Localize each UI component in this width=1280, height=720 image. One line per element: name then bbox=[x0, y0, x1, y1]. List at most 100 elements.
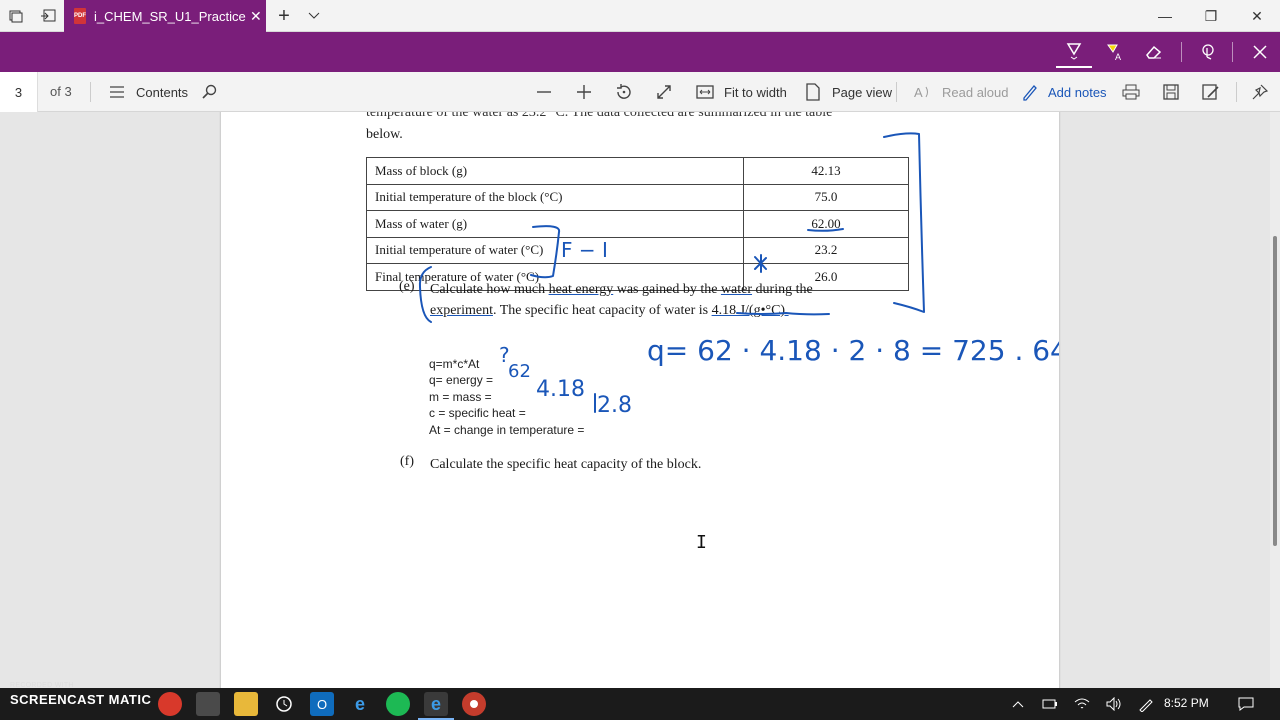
vertical-scrollbar[interactable] bbox=[1270, 112, 1280, 688]
question-e-specific-heat-value: 4.18 J/(g•°C). bbox=[711, 303, 789, 318]
print-button[interactable] bbox=[1120, 72, 1142, 112]
restore-button[interactable]: ❐ bbox=[1188, 0, 1234, 32]
clock-app-icon[interactable] bbox=[272, 692, 296, 716]
ink-toolbar: A bbox=[0, 32, 1280, 72]
zoom-in-button[interactable] bbox=[573, 72, 595, 112]
pen-workspace-icon[interactable] bbox=[1136, 688, 1156, 720]
rotate-icon bbox=[613, 81, 635, 103]
save-button[interactable] bbox=[1160, 72, 1182, 112]
page-view-button[interactable]: Page view bbox=[802, 72, 892, 112]
search-button[interactable] bbox=[198, 72, 220, 112]
table-row: Initial temperature of the block (°C) 75.… bbox=[366, 183, 909, 211]
fit-to-width-label: Fit to width bbox=[724, 84, 787, 100]
pen-icon bbox=[1018, 81, 1040, 103]
contents-button[interactable]: Contents bbox=[106, 72, 188, 112]
table-row: Initial temperature of water (°C) 23.2 bbox=[366, 236, 909, 264]
table-row: Mass of block (g) 42.13 bbox=[366, 157, 909, 185]
add-notes-label: Add notes bbox=[1048, 84, 1107, 100]
typed-note-line: m = mass = bbox=[429, 389, 492, 404]
table-cell-label: Initial temperature of water (°C) bbox=[366, 236, 744, 264]
tab-actions-icon[interactable] bbox=[0, 0, 32, 32]
table-cell-label: Initial temperature of the block (°C) bbox=[366, 183, 744, 211]
browser-tab-strip: PDF i_CHEM_SR_U1_Practice ✕ + — ❐ ✕ bbox=[0, 0, 1280, 32]
typed-note-line: q= energy = bbox=[429, 373, 494, 388]
action-center-icon[interactable] bbox=[1236, 688, 1256, 720]
svg-text:A: A bbox=[1115, 52, 1121, 61]
question-f-label: (f) bbox=[400, 454, 414, 469]
page-view-label: Page view bbox=[832, 84, 892, 100]
eraser-icon[interactable] bbox=[1136, 36, 1172, 68]
toolbar-divider bbox=[1232, 42, 1233, 62]
table-cell-value: 62.00 bbox=[743, 210, 909, 238]
rotate-button[interactable] bbox=[613, 72, 635, 112]
taskbar-clock[interactable]: 8:52 PM bbox=[1164, 696, 1209, 710]
intro-line: below. bbox=[366, 127, 403, 142]
question-e-heat-energy: heat energy bbox=[548, 282, 614, 297]
highlighter-icon[interactable]: A bbox=[1096, 36, 1132, 68]
table-cell-label: Mass of block (g) bbox=[366, 157, 744, 185]
expand-icon bbox=[653, 81, 675, 103]
save-as-button[interactable] bbox=[1200, 72, 1222, 112]
edge-icon[interactable]: e bbox=[418, 692, 454, 720]
data-table: Mass of block (g) 42.13 Initial temperatur… bbox=[366, 157, 909, 291]
screencast-recorder-icon[interactable] bbox=[462, 692, 486, 716]
touch-writing-icon[interactable] bbox=[1190, 36, 1226, 68]
table-row: Mass of water (g) 62.00 bbox=[366, 210, 909, 238]
typed-note-line: c = specific heat = bbox=[429, 406, 526, 421]
typed-note-line: At = change in temperature = bbox=[429, 422, 585, 437]
windows-taskbar: RECORDED WITH SCREENCAST MATIC O e e 8:5… bbox=[0, 682, 1280, 720]
tab-active-document[interactable]: PDF i_CHEM_SR_U1_Practice ✕ bbox=[64, 0, 266, 32]
read-aloud-button[interactable]: A Read aloud bbox=[912, 72, 1009, 112]
table-cell-value: 42.13 bbox=[743, 157, 909, 185]
network-icon[interactable] bbox=[1072, 688, 1092, 720]
plus-icon bbox=[573, 81, 595, 103]
typed-notes: q=m*c*At q= energy = m = mass = c = spec… bbox=[429, 356, 584, 438]
outlook-icon[interactable]: O bbox=[310, 692, 334, 716]
chrome-icon[interactable] bbox=[158, 692, 182, 716]
list-icon bbox=[106, 81, 128, 103]
toolbar-divider bbox=[896, 82, 897, 102]
fit-to-width-button[interactable]: Fit to width bbox=[694, 72, 787, 112]
toolbar-divider bbox=[1236, 82, 1237, 102]
battery-icon[interactable] bbox=[1040, 688, 1060, 720]
page-number-input[interactable]: 3 bbox=[0, 72, 38, 112]
question-e-label: (e) bbox=[399, 279, 415, 294]
ballpoint-pen-icon[interactable] bbox=[1056, 36, 1092, 68]
minimize-button[interactable]: — bbox=[1142, 0, 1188, 32]
new-tab-button[interactable]: + bbox=[270, 0, 298, 32]
ink-equation: q= 62 · 4.18 · 2 · 8 = 725 . 648J bbox=[647, 334, 1059, 367]
fit-width-icon bbox=[694, 81, 716, 103]
intro-line-cut: temperature of the water as 23.2 °C. The… bbox=[366, 112, 833, 120]
exit-ink-close-icon[interactable] bbox=[1242, 36, 1278, 68]
question-e-segment: Calculate how much bbox=[430, 282, 546, 297]
spotify-icon[interactable] bbox=[386, 692, 410, 716]
file-explorer-icon[interactable] bbox=[234, 692, 258, 716]
tab-title: i_CHEM_SR_U1_Practice bbox=[94, 8, 246, 24]
watermark-brand: SCREENCAST MATIC bbox=[10, 692, 152, 707]
zoom-out-button[interactable] bbox=[533, 72, 555, 112]
tab-preview-chevron-icon[interactable] bbox=[300, 0, 328, 32]
document-viewport[interactable]: temperature of the water as 23.2 °C. The… bbox=[0, 112, 1280, 688]
close-window-button[interactable]: ✕ bbox=[1234, 0, 1280, 32]
watermark-caption: RECORDED WITH bbox=[10, 682, 74, 689]
page-count: of 3 bbox=[50, 84, 72, 99]
table-cell-value: 75.0 bbox=[743, 183, 909, 211]
pin-toolbar-button[interactable] bbox=[1249, 72, 1271, 112]
intro-paragraph: temperature of the water as 23.2 °C. The… bbox=[366, 112, 886, 146]
internet-explorer-icon[interactable]: e bbox=[348, 692, 372, 716]
pin-icon bbox=[1249, 81, 1271, 103]
text-cursor-icon: I bbox=[696, 532, 707, 553]
app-icon[interactable] bbox=[196, 692, 220, 716]
question-e-segment: was gained by the bbox=[616, 282, 718, 297]
full-screen-button[interactable] bbox=[653, 72, 675, 112]
add-notes-button[interactable]: Add notes bbox=[1018, 72, 1107, 112]
read-aloud-label: Read aloud bbox=[942, 84, 1009, 100]
save-as-icon bbox=[1200, 81, 1222, 103]
show-hidden-icons-chevron-icon[interactable] bbox=[1008, 688, 1028, 720]
scrollbar-thumb[interactable] bbox=[1273, 236, 1277, 546]
set-tabs-aside-icon[interactable] bbox=[32, 0, 64, 32]
volume-icon[interactable] bbox=[1104, 688, 1124, 720]
print-icon bbox=[1120, 81, 1142, 103]
save-icon bbox=[1160, 81, 1182, 103]
close-tab-icon[interactable]: ✕ bbox=[246, 8, 266, 25]
